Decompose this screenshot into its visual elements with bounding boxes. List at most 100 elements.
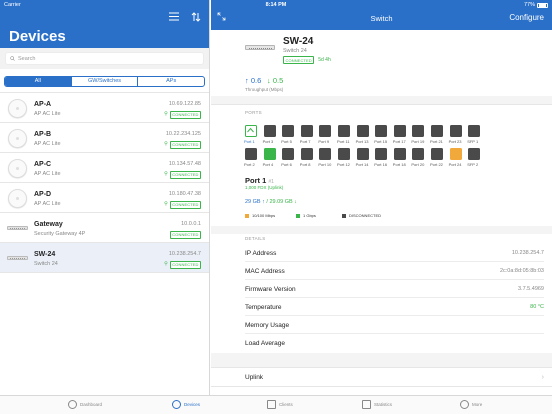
device-row-ap-b[interactable]: AP-B AP AC Lite 10.22.234.125 ⚲ CONNECTED bbox=[0, 123, 209, 153]
tab-devices[interactable]: Devices bbox=[172, 400, 200, 409]
device-row-gateway[interactable]: Gateway Security Gateway 4P 10.0.0.1 CON… bbox=[0, 213, 209, 243]
detail-key: MAC Address bbox=[245, 268, 285, 275]
port-port-13[interactable] bbox=[356, 125, 369, 137]
detail-key: Memory Usage bbox=[245, 322, 290, 329]
uplink-icon: ⚲ bbox=[164, 141, 168, 147]
port-port-22[interactable] bbox=[431, 148, 443, 160]
port-port-23[interactable] bbox=[449, 125, 462, 137]
section-divider bbox=[211, 96, 552, 104]
port-port-3[interactable] bbox=[263, 125, 276, 137]
device-row-ap-d[interactable]: AP-D AP AC Lite 10.180.47.38 ⚲ CONNECTED bbox=[0, 183, 209, 213]
tab-label: Dashboard bbox=[80, 402, 103, 407]
detail-value: 80 °C bbox=[530, 304, 544, 310]
tab-statistics[interactable]: Statistics bbox=[362, 400, 392, 409]
detail-temperature: Temperature 80 °C bbox=[245, 298, 544, 316]
port-port-19[interactable] bbox=[412, 125, 425, 137]
battery-indicator: 77% bbox=[524, 2, 548, 8]
search-input[interactable]: Search bbox=[5, 52, 204, 65]
device-name: AP-C bbox=[34, 161, 52, 168]
access-point-icon bbox=[8, 188, 27, 208]
device-row-ap-a[interactable]: AP-A AP AC Lite 10.69.122.85 ⚲ CONNECTED bbox=[0, 93, 209, 123]
device-ip: 10.69.122.85 bbox=[168, 101, 201, 107]
status-badge: CONNECTED bbox=[169, 200, 201, 209]
access-point-icon bbox=[8, 98, 27, 118]
uplink-icon: ⚲ bbox=[164, 201, 168, 207]
port-label: SFP 1 bbox=[467, 139, 479, 144]
port-port-7[interactable] bbox=[300, 125, 313, 137]
filter-all[interactable]: All bbox=[5, 77, 71, 86]
port-port-11[interactable] bbox=[338, 125, 350, 137]
port-port-1[interactable] bbox=[245, 125, 257, 137]
device-model: Security Gateway 4P bbox=[34, 231, 86, 237]
port-port-12[interactable] bbox=[338, 148, 350, 160]
clients-icon bbox=[267, 400, 276, 409]
port-port-20[interactable] bbox=[412, 148, 425, 160]
port-port-15[interactable] bbox=[375, 125, 388, 137]
configure-button[interactable]: Configure bbox=[509, 13, 544, 22]
port-port-16[interactable] bbox=[375, 148, 388, 160]
uplink-row[interactable]: Uplink › bbox=[211, 367, 552, 387]
throughput-tx: ↑ 0.6 bbox=[245, 76, 262, 85]
detail-value: 2c:0a:8d:05:8b:03 bbox=[499, 268, 544, 274]
device-ip: 10.180.47.38 bbox=[168, 191, 201, 197]
switch-icon bbox=[7, 256, 28, 260]
legend-label: DISCONNECTED bbox=[349, 213, 382, 218]
menu-icon[interactable] bbox=[169, 12, 179, 21]
device-name: AP-D bbox=[34, 191, 52, 198]
tab-clients[interactable]: Clients bbox=[267, 400, 293, 409]
detail-key: Load Average bbox=[245, 340, 285, 347]
tab-label: More bbox=[472, 402, 483, 407]
more-icon bbox=[460, 400, 469, 409]
port-port-2[interactable] bbox=[245, 148, 257, 160]
filter-gw-switches[interactable]: GW/Switches bbox=[70, 77, 138, 86]
status-badge: CONNECTED bbox=[169, 170, 201, 179]
device-name: AP-A bbox=[34, 101, 52, 108]
legend-label: 10/100 Mbps bbox=[252, 213, 276, 218]
port-detail-name: Port 1 bbox=[245, 176, 267, 185]
legend-swatch bbox=[245, 213, 249, 218]
throughput-rx: ↓ 0.5 bbox=[267, 76, 284, 85]
port-port-10[interactable] bbox=[319, 148, 332, 160]
statistics-icon bbox=[362, 400, 371, 409]
detail-mac: MAC Address 2c:0a:8d:05:8b:03 bbox=[245, 262, 544, 280]
port-port-18[interactable] bbox=[393, 148, 406, 160]
device-row-sw-24[interactable]: SW-24 Switch 24 10.238.254.7 ⚲ CONNECTED bbox=[0, 243, 209, 273]
port-port-24[interactable] bbox=[449, 148, 462, 160]
legend-10-100: 10/100 Mbps bbox=[245, 213, 275, 218]
detail-ip: IP Address 10.238.254.7 bbox=[245, 244, 544, 262]
tab-more[interactable]: More bbox=[460, 400, 482, 409]
status-badge: CONNECTED bbox=[169, 110, 201, 119]
device-list: AP-A AP AC Lite 10.69.122.85 ⚲ CONNECTED … bbox=[0, 92, 209, 273]
tab-bar: Dashboard Devices Clients Statistics Mor… bbox=[0, 395, 552, 414]
switch-model: Switch 24 bbox=[283, 48, 307, 54]
legend-swatch bbox=[296, 213, 300, 218]
port-port-6[interactable] bbox=[282, 148, 295, 160]
battery-percent: 77% bbox=[523, 2, 535, 8]
port-port-17[interactable] bbox=[393, 125, 406, 137]
port-port-14[interactable] bbox=[356, 148, 369, 160]
detail-memory: Memory Usage bbox=[245, 316, 544, 334]
detail-load: Load Average bbox=[245, 334, 544, 352]
device-ip: 10.238.254.7 bbox=[168, 251, 201, 257]
device-model: Switch 24 bbox=[34, 261, 58, 267]
port-label: SFP 2 bbox=[467, 162, 479, 167]
port-port-8[interactable] bbox=[300, 148, 313, 160]
detail-key: Firmware Version bbox=[245, 286, 296, 293]
port-port-21[interactable] bbox=[431, 125, 443, 137]
port-sfp-1[interactable] bbox=[468, 125, 481, 137]
section-divider bbox=[211, 353, 552, 367]
device-model: AP AC Lite bbox=[34, 141, 61, 147]
port-port-4[interactable] bbox=[263, 148, 276, 160]
device-name: Gateway bbox=[34, 221, 63, 228]
detail-value: 3.7.5.4969 bbox=[518, 286, 544, 292]
detail-key: IP Address bbox=[245, 250, 277, 257]
page-title: Devices bbox=[9, 28, 66, 45]
device-row-ap-c[interactable]: AP-C AP AC Lite 10.134.57.48 ⚲ CONNECTED bbox=[0, 153, 209, 183]
port-port-9[interactable] bbox=[319, 125, 332, 137]
port-sfp-2[interactable] bbox=[468, 148, 481, 160]
sort-icon[interactable] bbox=[191, 12, 201, 22]
port-port-5[interactable] bbox=[282, 125, 295, 137]
status-bar: Carrier 8:14 PM 77% bbox=[0, 0, 552, 10]
filter-aps[interactable]: APs bbox=[137, 77, 204, 86]
tab-dashboard[interactable]: Dashboard bbox=[68, 400, 102, 409]
